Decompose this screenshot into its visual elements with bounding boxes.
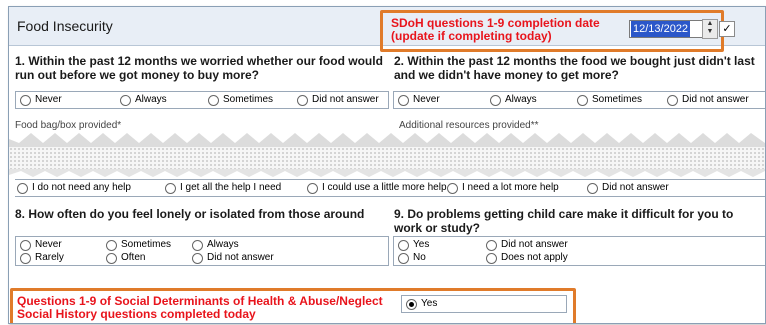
completion-date-checkbox[interactable]: ✓: [719, 21, 735, 37]
help-option[interactable]: I get all the help I need: [165, 182, 281, 194]
q8-options: Never Sometimes Always Rarely Often Did …: [15, 236, 389, 266]
spin-down-icon[interactable]: ▼: [703, 28, 717, 36]
radio-icon[interactable]: [20, 239, 31, 251]
q9-option[interactable]: Yes: [398, 239, 429, 251]
question-9: 9. Do problems getting child care make i…: [394, 207, 734, 235]
q9-option[interactable]: Did not answer: [486, 239, 568, 251]
radio-icon[interactable]: [165, 182, 176, 194]
help-option[interactable]: I need a lot more help: [447, 182, 559, 194]
q8-option[interactable]: Always: [192, 239, 239, 251]
help-options: I do not need any help I get all the hel…: [15, 179, 765, 197]
question-8: 8. How often do you feel lonely or isola…: [15, 207, 365, 221]
radio-icon[interactable]: [447, 182, 458, 194]
radio-icon[interactable]: [192, 239, 203, 251]
radio-icon[interactable]: [20, 94, 31, 106]
radio-icon[interactable]: [106, 252, 117, 264]
radio-icon[interactable]: [398, 252, 409, 264]
radio-icon[interactable]: [297, 94, 308, 106]
question-1: 1. Within the past 12 months we worried …: [15, 54, 383, 82]
radio-icon[interactable]: [20, 252, 31, 264]
q1-option[interactable]: Did not answer: [297, 94, 379, 106]
torn-edge-top: [9, 133, 765, 149]
q2-option[interactable]: Never: [398, 94, 440, 106]
help-option[interactable]: I could use a little more help: [307, 182, 447, 194]
radio-icon[interactable]: [398, 239, 409, 251]
q8-option[interactable]: Sometimes: [106, 239, 171, 251]
q1-option[interactable]: Never: [20, 94, 62, 106]
q9-option[interactable]: No: [398, 252, 426, 264]
q2-option[interactable]: Sometimes: [577, 94, 642, 106]
radio-icon[interactable]: [307, 182, 318, 194]
q2-option[interactable]: Did not answer: [667, 94, 749, 106]
sdoh-form: Food Insecurity SDoH questions 1-9 compl…: [8, 6, 766, 324]
radio-icon[interactable]: [208, 94, 219, 106]
completed-options: Yes: [401, 295, 567, 313]
q8-option[interactable]: Often: [106, 252, 145, 264]
radio-icon[interactable]: [486, 252, 497, 264]
q1-options: Never Always Sometimes Did not answer: [15, 91, 389, 109]
radio-icon[interactable]: [577, 94, 588, 106]
question-2: 2. Within the past 12 months the food we…: [394, 54, 755, 82]
radio-icon[interactable]: [17, 182, 28, 194]
help-option[interactable]: Did not answer: [587, 182, 669, 194]
q8-option[interactable]: Did not answer: [192, 252, 274, 264]
completed-yes-option[interactable]: Yes: [406, 298, 437, 310]
radio-icon[interactable]: [106, 239, 117, 251]
radio-icon[interactable]: [192, 252, 203, 264]
date-spinner[interactable]: ▲ ▼: [702, 19, 718, 39]
completion-date-label: SDoH questions 1-9 completion date (upda…: [391, 16, 600, 43]
spin-up-icon[interactable]: ▲: [703, 20, 717, 28]
radio-icon[interactable]: [587, 182, 598, 194]
torn-gap: [9, 147, 765, 171]
section-title: Food Insecurity: [17, 18, 113, 34]
q9-options: Yes Did not answer No Does not apply: [393, 236, 765, 266]
q2-option[interactable]: Always: [490, 94, 537, 106]
completion-date-field[interactable]: 12/13/2022: [629, 20, 703, 38]
radio-icon[interactable]: [486, 239, 497, 251]
radio-icon[interactable]: [667, 94, 678, 106]
q1-option[interactable]: Sometimes: [208, 94, 273, 106]
radio-icon[interactable]: [490, 94, 501, 106]
radio-icon[interactable]: [120, 94, 131, 106]
q8-option[interactable]: Never: [20, 239, 62, 251]
q8-option[interactable]: Rarely: [20, 252, 64, 264]
radio-selected-icon[interactable]: [406, 298, 417, 310]
help-option[interactable]: I do not need any help: [17, 182, 131, 194]
q9-option[interactable]: Does not apply: [486, 252, 568, 264]
q1-option[interactable]: Always: [120, 94, 167, 106]
completed-today-label: Questions 1-9 of Social Determinants of …: [17, 294, 383, 321]
q2-options: Never Always Sometimes Did not answer: [393, 91, 765, 109]
radio-icon[interactable]: [398, 94, 409, 106]
